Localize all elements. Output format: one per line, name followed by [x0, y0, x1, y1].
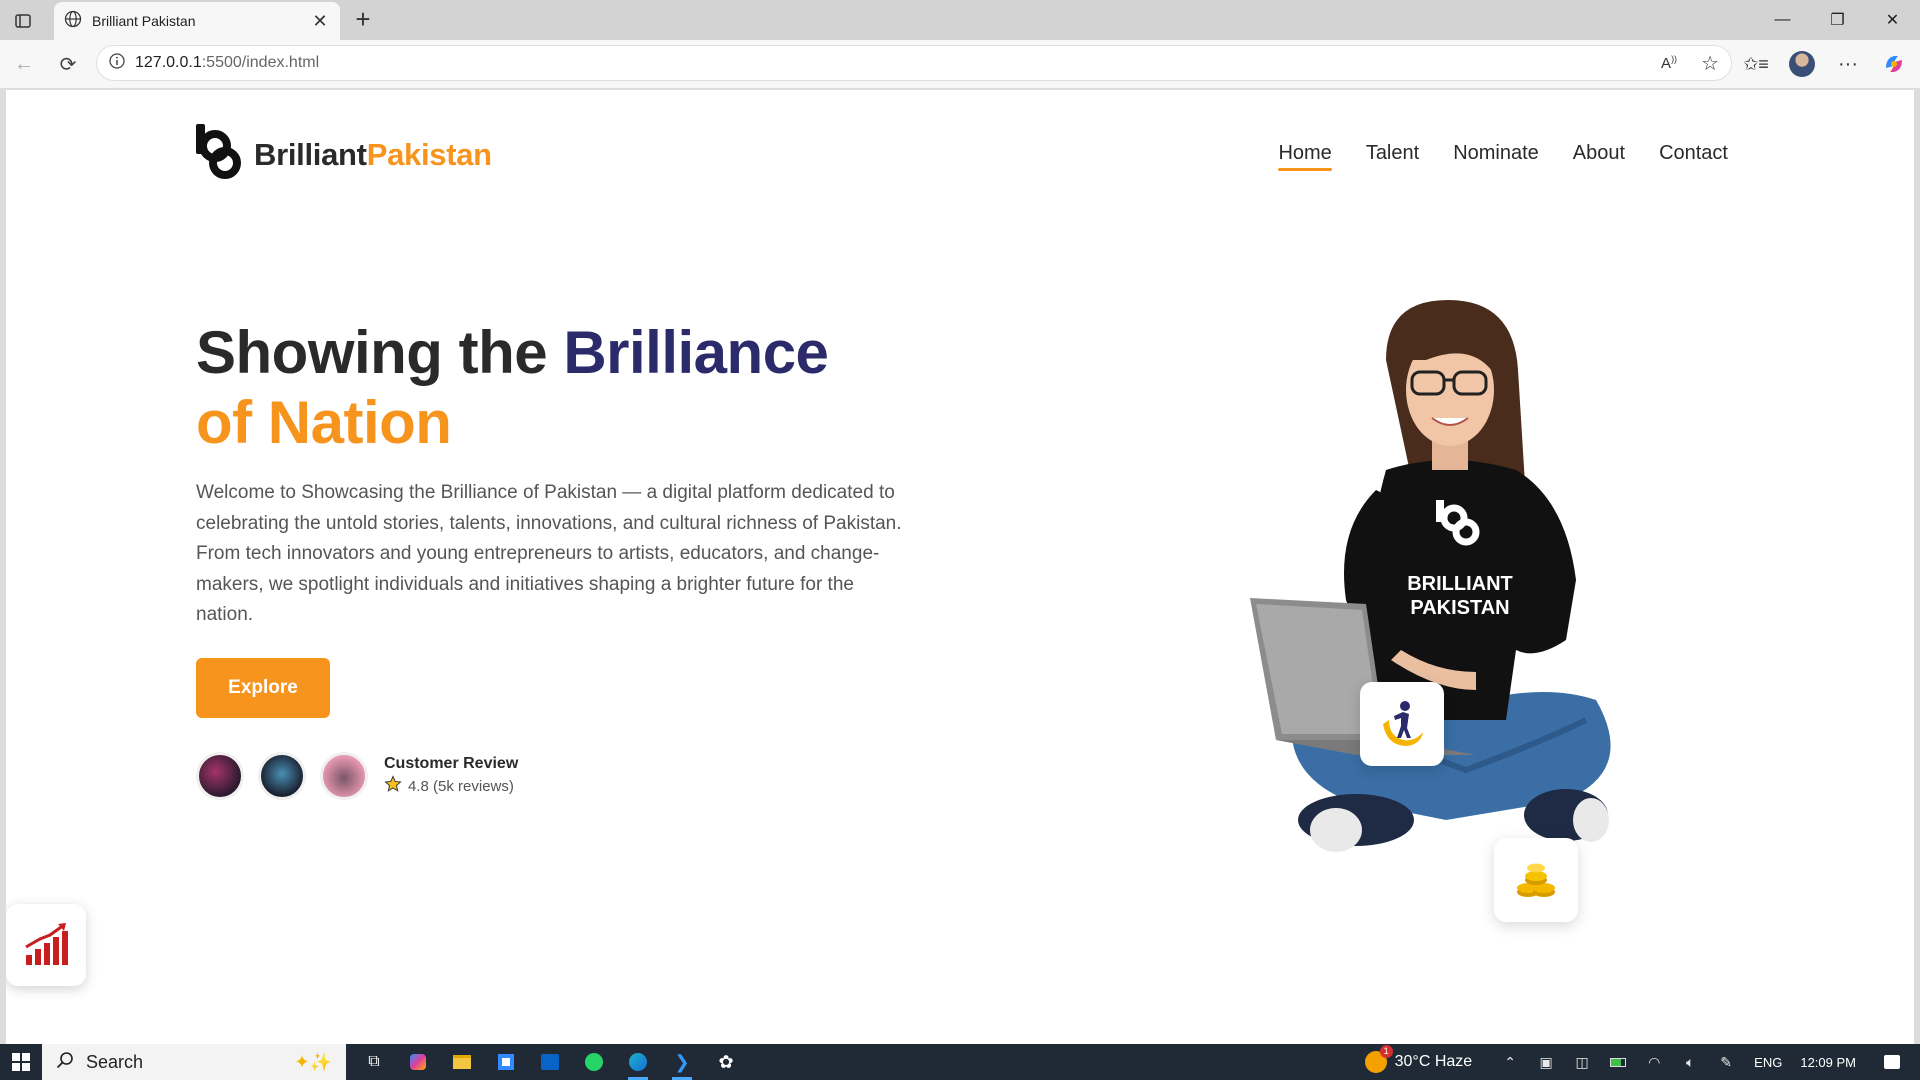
back-button[interactable]: ← — [8, 48, 40, 80]
brand-mark-icon — [196, 124, 244, 185]
language-indicator[interactable]: ENG — [1754, 1055, 1782, 1070]
hero-illustration: BRILLIANT PAKISTAN — [1236, 300, 1676, 922]
shirt-text-line2: PAKISTAN — [1410, 597, 1509, 619]
battery-icon[interactable] — [1600, 1057, 1636, 1067]
coins-icon — [1517, 863, 1555, 897]
review-title: Customer Review — [384, 755, 519, 772]
refresh-button[interactable]: ⟳ — [52, 48, 84, 80]
vscode-icon[interactable]: ❯ — [660, 1044, 704, 1080]
edge-icon[interactable] — [616, 1044, 660, 1080]
wifi-icon[interactable]: ◠ — [1636, 1054, 1672, 1071]
shirt-text-line1: BRILLIANT — [1407, 573, 1513, 595]
globe-icon — [64, 10, 82, 33]
capture-icon[interactable]: ◫ — [1564, 1054, 1600, 1071]
windows-start-icon[interactable] — [0, 1044, 42, 1080]
browser-tab-active[interactable]: Brilliant Pakistan ✕ — [54, 2, 340, 40]
site-logo[interactable]: BrilliantPakistan — [196, 124, 492, 185]
task-view-icon[interactable]: ⧉ — [352, 1044, 396, 1080]
minimize-icon[interactable]: — — [1755, 0, 1810, 40]
profile-avatar[interactable] — [1786, 48, 1818, 80]
reviewer-avatar — [320, 752, 368, 800]
hero-title-highlight: Brilliance — [563, 319, 829, 386]
weather-text: 30°C Haze — [1394, 1053, 1473, 1070]
star-icon — [384, 775, 402, 797]
customer-reviews: Customer Review 4.8 (5k reviews) — [196, 752, 518, 800]
url-path: :5500/index.html — [201, 54, 320, 71]
review-rating-text: 4.8 (5k reviews) — [408, 777, 514, 795]
more-menu-icon[interactable]: ··· — [1832, 48, 1864, 80]
reviewer-avatar — [258, 752, 306, 800]
pen-icon[interactable]: ✎ — [1708, 1054, 1744, 1071]
info-icon[interactable] — [109, 52, 125, 74]
volume-icon[interactable]: 🔈︎ — [1672, 1054, 1708, 1071]
weather-sun-icon: 1 — [1364, 1045, 1393, 1073]
system-tray: 1 30°C Haze ⌃ ▣ ◫ ◠ 🔈︎ ✎ ENG 12:09 PM — [1364, 1044, 1920, 1080]
chevron-up-icon[interactable]: ⌃ — [1492, 1054, 1528, 1071]
logo-text-part2: Pakistan — [366, 136, 492, 172]
nav-contact[interactable]: Contact — [1659, 142, 1728, 171]
tab-actions-icon[interactable] — [8, 6, 38, 36]
tab-title: Brilliant Pakistan — [92, 13, 196, 29]
outlook-icon[interactable] — [528, 1044, 572, 1080]
hero-title-line2: of Nation — [196, 389, 452, 456]
nav-about[interactable]: About — [1573, 142, 1625, 171]
stats-widget-button[interactable] — [6, 904, 86, 986]
favorites-icon[interactable]: ✩≡ — [1740, 48, 1772, 80]
store-icon[interactable] — [484, 1044, 528, 1080]
hero-title-part1: Showing the — [196, 319, 564, 386]
hero-description: Welcome to Showcasing the Brilliance of … — [196, 482, 902, 625]
bar-chart-growth-icon — [25, 923, 68, 965]
favorite-star-icon[interactable]: ☆ — [1701, 51, 1719, 76]
weather-widget[interactable]: 1 30°C Haze — [1364, 1045, 1473, 1073]
weather-alert-badge: 1 — [1379, 1045, 1393, 1058]
address-bar[interactable]: 127.0.0.1:5500/index.html A)) ☆ — [96, 45, 1732, 81]
coins-card — [1494, 838, 1578, 922]
browser-toolbar: ← ⟳ 127.0.0.1:5500/index.html A)) ☆ ✩≡ ·… — [0, 40, 1920, 88]
nav-nominate[interactable]: Nominate — [1453, 142, 1539, 171]
copilot-icon[interactable] — [1878, 48, 1910, 80]
windows-taskbar: Search ✦✨ ⧉ ❯ ✿ 1 30°C Haze ⌃ ▣ ◫ ◠ 🔈︎ ✎… — [0, 1044, 1920, 1080]
window-controls: — ❐ ✕ — [1755, 0, 1920, 40]
meet-now-icon[interactable]: ▣ — [1528, 1054, 1564, 1071]
close-tab-icon[interactable]: ✕ — [310, 11, 330, 32]
browser-tab-bar: Brilliant Pakistan ✕ + — ❐ ✕ — [0, 0, 1920, 40]
nav-home[interactable]: Home — [1278, 142, 1333, 171]
notifications-icon[interactable] — [1874, 1055, 1910, 1069]
taskbar-apps: ⧉ ❯ ✿ — [352, 1044, 748, 1080]
copilot-taskbar-icon[interactable] — [396, 1044, 440, 1080]
search-label: Search — [86, 1051, 144, 1072]
restore-icon[interactable]: ❐ — [1810, 0, 1865, 40]
logo-text-part1: Brilliant — [254, 136, 367, 172]
close-window-icon[interactable]: ✕ — [1865, 0, 1920, 40]
person-moon-icon — [1383, 701, 1423, 746]
hero-title: Showing the Brilliance of Nation — [196, 318, 829, 458]
achievement-card — [1360, 682, 1444, 766]
taskbar-search-box[interactable]: Search ✦✨ — [42, 1044, 346, 1080]
page-viewport: BrilliantPakistan Home Talent Nominate A… — [6, 90, 1914, 1044]
search-highlight-icon: ✦✨ — [294, 1051, 333, 1072]
url-text[interactable]: 127.0.0.1:5500/index.html — [135, 54, 1661, 72]
explore-button[interactable]: Explore — [196, 658, 330, 718]
file-explorer-icon[interactable] — [440, 1044, 484, 1080]
read-aloud-icon[interactable]: A)) — [1661, 54, 1677, 72]
chatgpt-icon[interactable]: ✿ — [704, 1044, 748, 1080]
nav-talent[interactable]: Talent — [1366, 142, 1419, 171]
whatsapp-icon[interactable] — [572, 1044, 616, 1080]
new-tab-button[interactable]: + — [348, 4, 378, 34]
url-host: 127.0.0.1 — [135, 54, 202, 71]
clock[interactable]: 12:09 PM — [1800, 1055, 1856, 1070]
main-nav: Home Talent Nominate About Contact — [1278, 142, 1728, 171]
review-rating: 4.8 (5k reviews) — [384, 775, 518, 797]
logo-text: BrilliantPakistan — [254, 137, 492, 173]
search-icon — [56, 1051, 74, 1074]
reviewer-avatar — [196, 752, 244, 800]
student-with-laptop-image: BRILLIANT PAKISTAN — [1250, 300, 1611, 852]
